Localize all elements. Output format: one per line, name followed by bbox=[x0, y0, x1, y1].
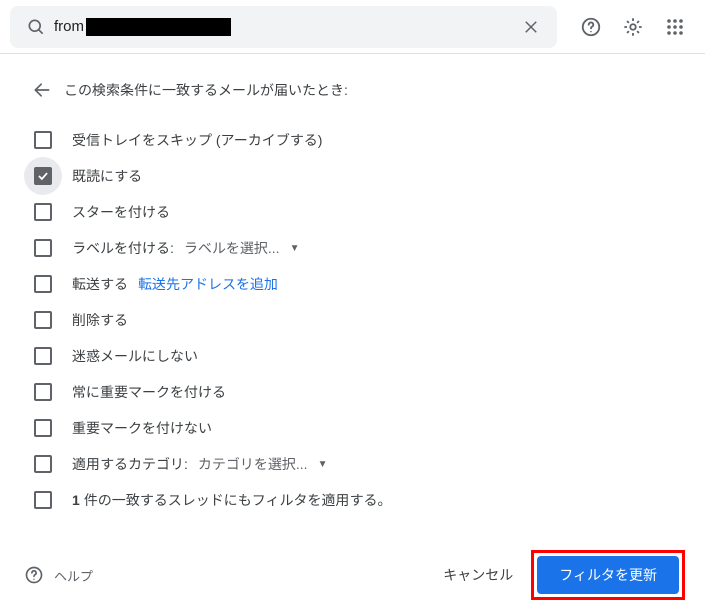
filter-actions-panel: この検索条件に一致するメールが届いたとき: 受信トレイをスキップ (アーカイブす… bbox=[0, 54, 705, 528]
label-delete: 削除する bbox=[72, 310, 128, 330]
checkbox-highlight bbox=[24, 157, 62, 195]
label-apply-to-matching-text: 件の一致するスレッドにもフィルタを適用する。 bbox=[84, 490, 392, 510]
checkbox-always-important[interactable] bbox=[34, 383, 52, 401]
category-dropdown-text: カテゴリを選択... bbox=[198, 454, 308, 474]
label-apply-to-matching: 1 件の一致するスレッドにもフィルタを適用する。 bbox=[72, 490, 392, 510]
checkbox-skip-inbox[interactable] bbox=[34, 131, 52, 149]
option-apply-label: ラベルを付ける: ラベルを選択... ▼ bbox=[24, 230, 685, 266]
chevron-down-icon: ▼ bbox=[290, 243, 300, 254]
label-category: 適用するカテゴリ: カテゴリを選択... ▼ bbox=[72, 454, 327, 474]
clear-search-icon[interactable] bbox=[515, 11, 547, 43]
option-forward: 転送する 転送先アドレスを追加 bbox=[24, 266, 685, 302]
option-not-spam: 迷惑メールにしない bbox=[24, 338, 685, 374]
footer: ヘルプ キャンセル フィルタを更新 bbox=[0, 536, 705, 600]
support-icon[interactable] bbox=[573, 9, 609, 45]
match-count: 1 bbox=[72, 492, 80, 508]
label-forward: 転送する 転送先アドレスを追加 bbox=[72, 274, 278, 294]
label-not-spam: 迷惑メールにしない bbox=[72, 346, 198, 366]
category-dropdown[interactable]: カテゴリを選択... ▼ bbox=[198, 454, 328, 474]
checkbox-apply-label[interactable] bbox=[34, 239, 52, 257]
option-skip-inbox: 受信トレイをスキップ (アーカイブする) bbox=[24, 122, 685, 158]
label-apply-label: ラベルを付ける: ラベルを選択... ▼ bbox=[72, 238, 299, 258]
header-bar: from bbox=[0, 0, 705, 54]
header-actions bbox=[567, 9, 705, 45]
update-filter-button[interactable]: フィルタを更新 bbox=[537, 556, 679, 594]
chevron-down-icon: ▼ bbox=[318, 459, 328, 470]
option-always-important: 常に重要マークを付ける bbox=[24, 374, 685, 410]
checkbox-never-important[interactable] bbox=[34, 419, 52, 437]
apps-icon[interactable] bbox=[657, 9, 693, 45]
option-star: スターを付ける bbox=[24, 194, 685, 230]
option-mark-read: 既読にする bbox=[24, 158, 685, 194]
help-label: ヘルプ bbox=[54, 566, 93, 585]
search-prefix: from bbox=[54, 18, 84, 35]
option-apply-to-matching: 1 件の一致するスレッドにもフィルタを適用する。 bbox=[24, 482, 685, 518]
label-forward-prefix: 転送する bbox=[72, 274, 128, 294]
label-dropdown-text: ラベルを選択... bbox=[184, 238, 280, 258]
panel-heading: この検索条件に一致するメールが届いたとき: bbox=[64, 80, 348, 100]
search-redacted bbox=[86, 18, 231, 36]
checkbox-star[interactable] bbox=[34, 203, 52, 221]
label-category-prefix: 適用するカテゴリ: bbox=[72, 454, 188, 474]
label-always-important: 常に重要マークを付ける bbox=[72, 382, 226, 402]
label-dropdown[interactable]: ラベルを選択... ▼ bbox=[184, 238, 300, 258]
checkbox-delete[interactable] bbox=[34, 311, 52, 329]
checkbox-category[interactable] bbox=[34, 455, 52, 473]
checkbox-apply-to-matching[interactable] bbox=[34, 491, 52, 509]
option-delete: 削除する bbox=[24, 302, 685, 338]
label-mark-read: 既読にする bbox=[72, 166, 142, 186]
back-button[interactable] bbox=[24, 72, 60, 108]
label-skip-inbox: 受信トレイをスキップ (アーカイブする) bbox=[72, 130, 322, 150]
search-input[interactable]: from bbox=[52, 18, 515, 36]
help-link[interactable]: ヘルプ bbox=[24, 565, 93, 585]
heading-row: この検索条件に一致するメールが届いたとき: bbox=[24, 72, 685, 108]
cancel-button[interactable]: キャンセル bbox=[425, 557, 531, 593]
settings-icon[interactable] bbox=[615, 9, 651, 45]
label-star: スターを付ける bbox=[72, 202, 170, 222]
label-never-important: 重要マークを付けない bbox=[72, 418, 212, 438]
search-icon[interactable] bbox=[20, 11, 52, 43]
checkbox-not-spam[interactable] bbox=[34, 347, 52, 365]
option-never-important: 重要マークを付けない bbox=[24, 410, 685, 446]
label-apply-label-prefix: ラベルを付ける: bbox=[72, 238, 174, 258]
search-bar[interactable]: from bbox=[10, 6, 557, 48]
submit-highlight: フィルタを更新 bbox=[531, 550, 685, 600]
add-forwarding-address-link[interactable]: 転送先アドレスを追加 bbox=[138, 274, 278, 294]
checkbox-mark-read[interactable] bbox=[34, 167, 52, 185]
option-category: 適用するカテゴリ: カテゴリを選択... ▼ bbox=[24, 446, 685, 482]
checkbox-forward[interactable] bbox=[34, 275, 52, 293]
